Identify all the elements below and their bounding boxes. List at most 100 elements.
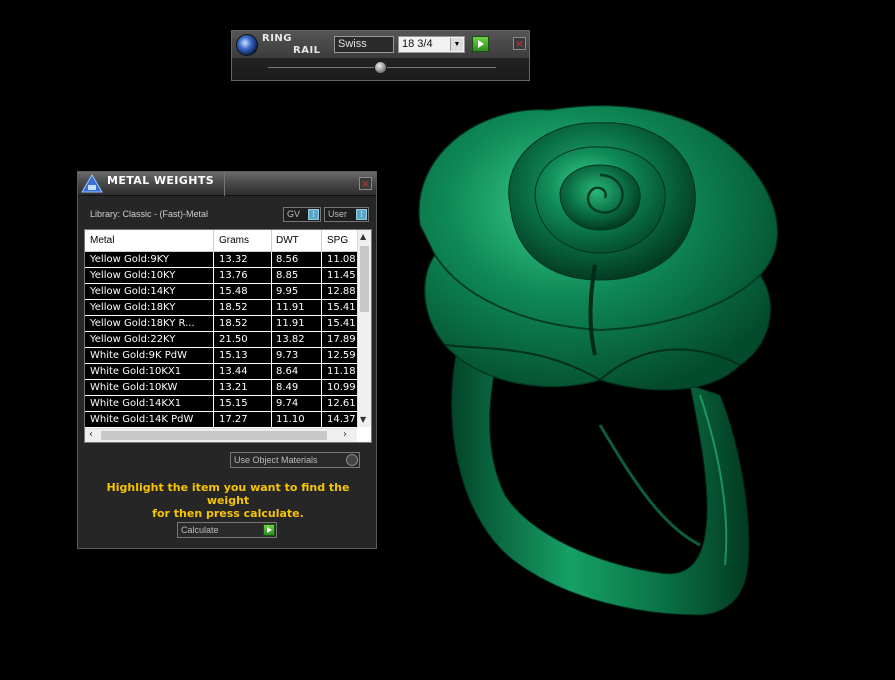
- spg-cell: 17.89: [327, 334, 356, 345]
- grams-cell: 21.50: [219, 334, 248, 345]
- gv-label: GV: [287, 209, 301, 219]
- table-body: Yellow Gold:9KY 13.32 8.56 11.08 Yellow Gold…: [85, 252, 357, 428]
- metal-cell: Yellow Gold:18KY R...: [90, 318, 195, 329]
- dwt-cell: 8.64: [276, 366, 299, 377]
- cell-divider: [321, 396, 322, 412]
- titlebar-divider: [224, 172, 225, 196]
- cell-divider: [321, 284, 322, 300]
- metal-weights-panel: METAL WEIGHTS × Library: Classic - (Fast…: [77, 171, 377, 549]
- cell-divider: [271, 396, 272, 412]
- column-divider: [271, 230, 272, 252]
- play-icon[interactable]: [263, 524, 275, 536]
- user-dropdown[interactable]: User ⁞: [324, 207, 369, 222]
- dwt-cell: 8.56: [276, 254, 299, 265]
- metal-cell: Yellow Gold:14KY: [90, 286, 176, 297]
- table-row[interactable]: Yellow Gold:22KY 21.50 13.82 17.89: [85, 332, 357, 348]
- rose-ring-model[interactable]: [400, 95, 800, 640]
- table-row[interactable]: White Gold:14KX1 15.15 9.74 12.61: [85, 396, 357, 412]
- column-header-spg[interactable]: SPG: [327, 235, 348, 246]
- cell-divider: [213, 268, 214, 284]
- cell-divider: [271, 332, 272, 348]
- cell-divider: [271, 252, 272, 268]
- dwt-cell: 13.82: [276, 334, 305, 345]
- column-divider: [321, 230, 322, 252]
- scroll-right-icon[interactable]: ›: [343, 429, 347, 440]
- table-row[interactable]: Yellow Gold:18KY R... 18.52 11.91 15.41: [85, 316, 357, 332]
- instruction-line-2: for then press calculate.: [152, 507, 304, 520]
- scroll-left-icon[interactable]: ‹: [89, 429, 93, 440]
- grams-cell: 18.52: [219, 318, 248, 329]
- table-row[interactable]: Yellow Gold:18KY 18.52 11.91 15.41: [85, 300, 357, 316]
- use-object-materials-dropdown[interactable]: Use Object Materials: [230, 452, 360, 468]
- metal-weights-icon: [81, 174, 103, 193]
- gv-dropdown[interactable]: GV ⁞: [283, 207, 321, 222]
- cell-divider: [213, 380, 214, 396]
- table-row[interactable]: White Gold:9K PdW 15.13 9.73 12.59: [85, 348, 357, 364]
- cell-divider: [213, 300, 214, 316]
- table-header: Metal Grams DWT SPG: [85, 230, 357, 252]
- horizontal-scrollbar[interactable]: ‹ ›: [85, 428, 357, 442]
- close-icon[interactable]: ×: [513, 37, 526, 50]
- table-row[interactable]: Yellow Gold:14KY 15.48 9.95 12.88: [85, 284, 357, 300]
- cell-divider: [321, 316, 322, 332]
- metal-cell: White Gold:14K PdW: [90, 414, 194, 425]
- dropdown-icon[interactable]: ⁞: [356, 209, 367, 220]
- horizontal-scroll-thumb[interactable]: [101, 431, 327, 440]
- use-object-materials-label: Use Object Materials: [234, 455, 318, 465]
- ring-rail-slider-handle[interactable]: [374, 61, 387, 74]
- vertical-scrollbar[interactable]: ▲ ▼: [357, 230, 371, 427]
- grams-cell: 15.48: [219, 286, 248, 297]
- instruction-line-1: Highlight the item you want to find the …: [106, 481, 350, 507]
- ring-size-select[interactable]: 18 3/4 ▼: [398, 36, 465, 53]
- calculate-button[interactable]: Calculate: [177, 522, 277, 538]
- metal-cell: Yellow Gold:9KY: [90, 254, 169, 265]
- spg-cell: 12.61: [327, 398, 356, 409]
- spg-cell: 11.45: [327, 270, 356, 281]
- spg-cell: 12.88: [327, 286, 356, 297]
- ring-rail-toolbar: RING RAIL Swiss 18 3/4 ▼ ×: [231, 30, 530, 81]
- cell-divider: [213, 364, 214, 380]
- cell-divider: [213, 252, 214, 268]
- metal-weights-title: METAL WEIGHTS: [107, 174, 215, 187]
- metal-cell: White Gold:9K PdW: [90, 350, 187, 361]
- grams-cell: 17.27: [219, 414, 248, 425]
- scroll-down-icon[interactable]: ▼: [360, 415, 366, 424]
- ring-rail-title-line1: RING: [262, 33, 292, 44]
- table-row[interactable]: White Gold:10KX1 13.44 8.64 11.18: [85, 364, 357, 380]
- column-header-dwt[interactable]: DWT: [276, 235, 299, 246]
- grams-cell: 18.52: [219, 302, 248, 313]
- scroll-up-icon[interactable]: ▲: [360, 232, 366, 241]
- cell-divider: [271, 268, 272, 284]
- cell-divider: [321, 300, 322, 316]
- table-row[interactable]: Yellow Gold:10KY 13.76 8.85 11.45: [85, 268, 357, 284]
- cell-divider: [213, 316, 214, 332]
- metal-cell: Yellow Gold:18KY: [90, 302, 176, 313]
- table-row[interactable]: Yellow Gold:9KY 13.32 8.56 11.08: [85, 252, 357, 268]
- play-icon[interactable]: [472, 36, 489, 52]
- size-system-field[interactable]: Swiss: [334, 36, 394, 53]
- column-header-metal[interactable]: Metal: [90, 235, 114, 246]
- dropdown-icon[interactable]: [346, 454, 358, 466]
- dwt-cell: 9.95: [276, 286, 299, 297]
- cell-divider: [321, 332, 322, 348]
- close-icon[interactable]: ×: [359, 177, 372, 190]
- user-label: User: [328, 209, 348, 219]
- vertical-scroll-thumb[interactable]: [360, 246, 369, 312]
- table-row[interactable]: White Gold:10KW 13.21 8.49 10.99: [85, 380, 357, 396]
- spg-cell: 11.18: [327, 366, 356, 377]
- chevron-down-icon[interactable]: ▼: [450, 38, 463, 51]
- cell-divider: [321, 380, 322, 396]
- metal-weights-titlebar[interactable]: METAL WEIGHTS ×: [78, 172, 376, 196]
- spg-cell: 10.99: [327, 382, 356, 393]
- cell-divider: [213, 332, 214, 348]
- instruction-text: Highlight the item you want to find the …: [84, 481, 372, 520]
- cell-divider: [213, 348, 214, 364]
- cell-divider: [213, 412, 214, 428]
- library-label: Library: Classic - (Fast)-Metal: [90, 209, 209, 219]
- metal-cell: Yellow Gold:10KY: [90, 270, 176, 281]
- table-row[interactable]: White Gold:14K PdW 17.27 11.10 14.37: [85, 412, 357, 428]
- calculate-label: Calculate: [181, 525, 219, 535]
- column-header-grams[interactable]: Grams: [219, 235, 249, 246]
- dropdown-icon[interactable]: ⁞: [308, 209, 319, 220]
- cell-divider: [271, 300, 272, 316]
